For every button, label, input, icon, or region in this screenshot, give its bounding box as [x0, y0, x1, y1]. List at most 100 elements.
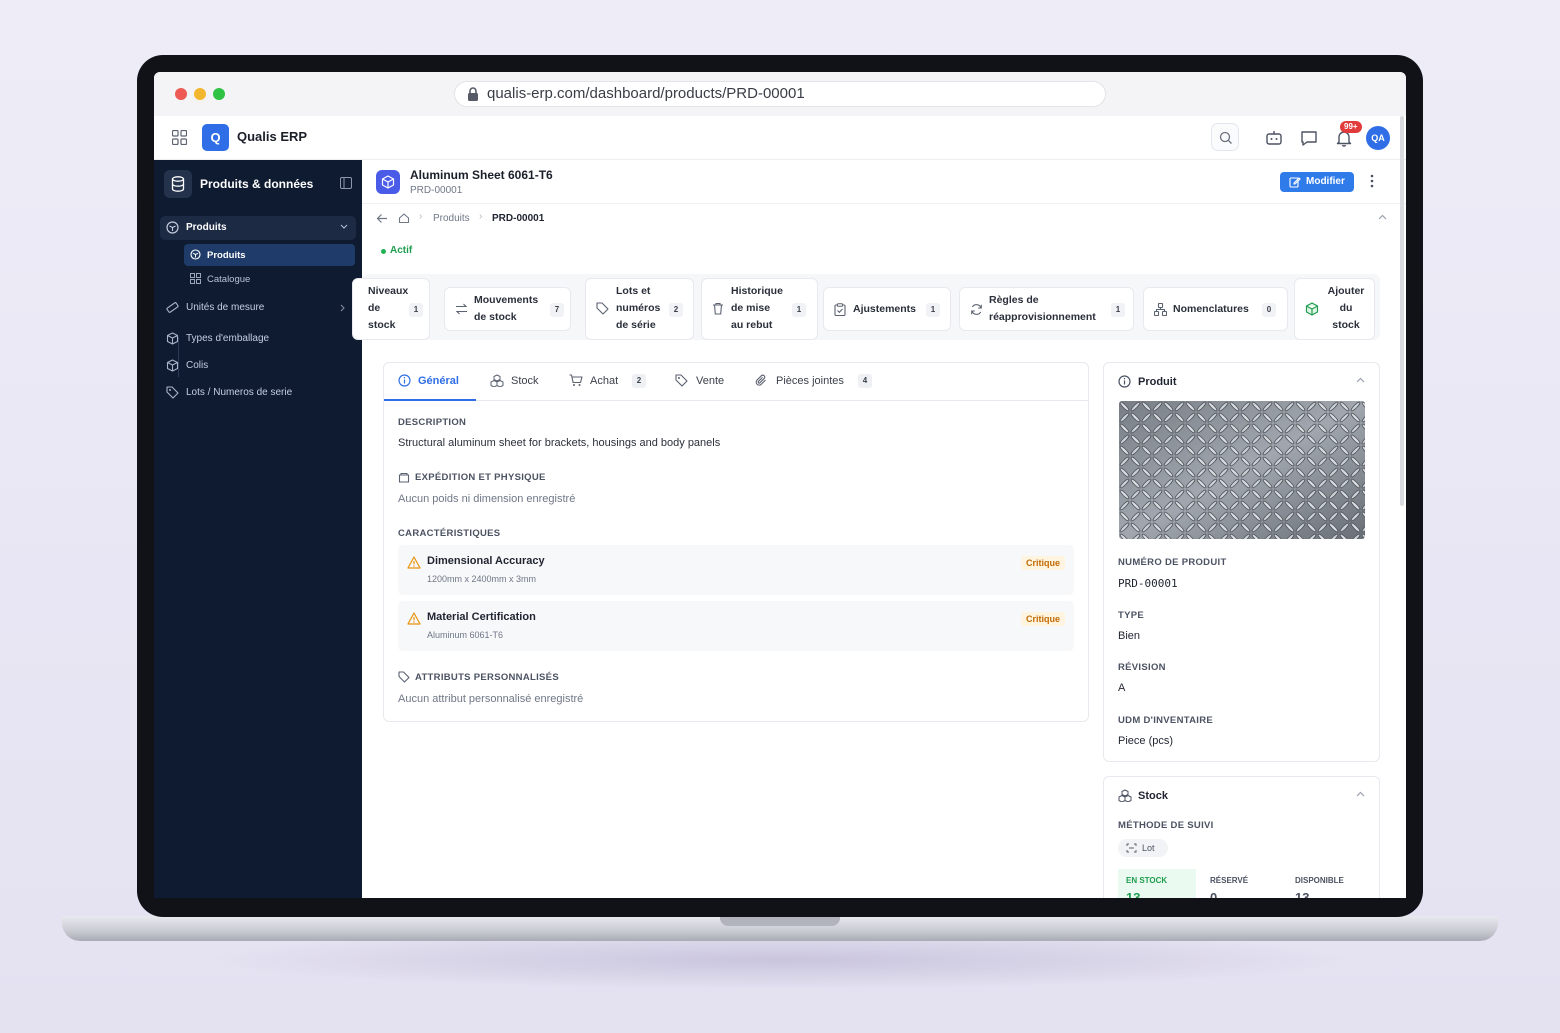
- custom-attributes-label: ATTRIBUTS PERSONNALISÉS: [415, 672, 559, 683]
- product-number-label: NUMÉRO DE PRODUIT: [1118, 557, 1227, 568]
- stat-card-mouvements[interactable]: Mouvements de stock 7: [444, 287, 571, 331]
- tab-count: 2: [632, 374, 646, 388]
- tab-label: Achat: [590, 375, 619, 387]
- tab-label: Général: [418, 375, 459, 387]
- stat-card-lots[interactable]: Lots et numéros de série 2: [585, 278, 694, 340]
- breadcrumb-parent[interactable]: Produits: [433, 213, 470, 224]
- database-icon: [164, 170, 192, 198]
- product-panel-title: Produit: [1138, 376, 1177, 388]
- tracking-method-pill: Lot: [1118, 839, 1168, 857]
- add-stock-button[interactable]: Ajouter du stock: [1294, 278, 1375, 340]
- custom-attributes-text: Aucun attribut personnalisé enregistré: [398, 693, 584, 705]
- browser-bar: qualis-erp.com/dashboard/products/PRD-00…: [154, 72, 1406, 116]
- home-icon[interactable]: [398, 212, 410, 224]
- revision-value: A: [1118, 682, 1126, 694]
- cube-icon: [190, 249, 201, 260]
- available-stat: DISPONIBLE 13: [1287, 869, 1365, 898]
- stat-card-niveaux[interactable]: Niveaux de stock 1: [352, 278, 430, 340]
- stat-label: de: [368, 302, 381, 314]
- sidebar-subitem-catalogue[interactable]: Catalogue: [184, 268, 355, 290]
- breadcrumb-separator: ›: [479, 211, 483, 222]
- stat-label: stock: [368, 319, 396, 331]
- sidebar: Produits & données Produits Produits Cat…: [154, 160, 362, 898]
- page-scrollbar[interactable]: [1400, 116, 1404, 506]
- chevron-up-icon[interactable]: [1356, 791, 1365, 797]
- critical-badge: Critique: [1020, 612, 1065, 626]
- edit-button[interactable]: Modifier: [1280, 172, 1354, 192]
- box-icon: [166, 359, 179, 372]
- product-image: [1119, 401, 1365, 539]
- more-options-icon[interactable]: [1370, 174, 1374, 188]
- description-text: Structural aluminum sheet for brackets, …: [398, 437, 721, 449]
- in-stock-value: 13: [1126, 890, 1141, 898]
- breadcrumb-current: PRD-00001: [492, 213, 545, 224]
- sidebar-title: Produits & données: [200, 177, 314, 191]
- product-header: Aluminum Sheet 6061-T6 PRD-00001 Modifie…: [362, 160, 1406, 204]
- stat-label: de série: [616, 319, 656, 331]
- minimize-window-button[interactable]: [194, 88, 206, 100]
- available-label: DISPONIBLE: [1295, 876, 1344, 885]
- maximize-window-button[interactable]: [213, 88, 225, 100]
- sidebar-item-unites[interactable]: Unités de mesure: [160, 296, 356, 320]
- chevron-up-icon[interactable]: [1378, 214, 1387, 220]
- address-bar[interactable]: qualis-erp.com/dashboard/products/PRD-00…: [454, 81, 1106, 107]
- tab-bar: Général Stock Achat 2 Vente Pièces joint…: [384, 363, 1088, 401]
- app-logo[interactable]: Q: [202, 124, 229, 151]
- trash-icon: [713, 302, 723, 315]
- stat-card-nomenclatures[interactable]: Nomenclatures 0: [1143, 287, 1288, 331]
- boxes-icon: [1118, 789, 1132, 802]
- chat-icon[interactable]: [1299, 128, 1319, 148]
- sidebar-item-lots[interactable]: Lots / Numeros de serie: [160, 381, 356, 405]
- apps-grid-icon[interactable]: [172, 130, 187, 145]
- sidebar-item-label: Types d'emballage: [186, 333, 270, 344]
- stat-card-ajustements[interactable]: Ajustements 1: [823, 287, 951, 331]
- sidebar-item-label: Unités de mesure: [186, 302, 265, 313]
- sidebar-item-produits[interactable]: Produits: [160, 216, 356, 240]
- chevron-right-icon: [340, 304, 345, 312]
- status-badge: Actif: [381, 245, 413, 256]
- status-label: Actif: [390, 245, 413, 256]
- revision-label: RÉVISION: [1118, 662, 1166, 673]
- close-window-button[interactable]: [175, 88, 187, 100]
- robot-icon[interactable]: [1264, 128, 1284, 148]
- scan-icon: [1126, 843, 1137, 853]
- type-label: TYPE: [1118, 610, 1145, 621]
- characteristics-label: CARACTÉRISTIQUES: [398, 528, 501, 539]
- stat-count: 7: [550, 303, 564, 317]
- collapse-sidebar-icon[interactable]: [340, 177, 352, 189]
- type-value: Bien: [1118, 630, 1141, 642]
- clipboard-icon: [834, 303, 846, 316]
- stat-label: du: [1339, 302, 1353, 314]
- stat-label: de mise: [731, 302, 771, 314]
- tag-icon: [398, 671, 410, 683]
- arrows-swap-icon: [455, 303, 468, 315]
- search-button[interactable]: [1211, 123, 1239, 151]
- available-value: 13: [1295, 890, 1310, 898]
- refresh-icon: [971, 304, 982, 315]
- breadcrumb-separator: ›: [419, 211, 423, 222]
- tab-count: 4: [858, 374, 872, 388]
- stat-card-regles[interactable]: Règles de réapprovisionnement 1: [959, 287, 1134, 331]
- stat-label: de stock: [474, 311, 517, 323]
- stat-label: réapprovisionnement: [989, 311, 1096, 323]
- chevron-up-icon[interactable]: [1356, 377, 1365, 383]
- back-arrow-icon[interactable]: [376, 213, 388, 224]
- box-plus-icon: [1305, 302, 1319, 316]
- sidebar-subitem-label: Catalogue: [207, 274, 251, 285]
- sidebar-item-label: Produits: [186, 222, 227, 233]
- stat-card-rebut[interactable]: Historique de mise au rebut 1: [701, 278, 818, 340]
- characteristic-value: 1200mm x 2400mm x 3mm: [427, 574, 537, 584]
- description-label: DESCRIPTION: [398, 417, 467, 428]
- warning-icon: [407, 612, 421, 625]
- user-avatar[interactable]: QA: [1366, 126, 1390, 150]
- app-name: Qualis ERP: [237, 129, 308, 144]
- sidebar-item-colis[interactable]: Colis: [160, 354, 356, 378]
- package-icon: [398, 472, 410, 483]
- screen: qualis-erp.com/dashboard/products/PRD-00…: [154, 72, 1406, 898]
- product-cube-icon: [376, 170, 400, 194]
- characteristic-value: Aluminum 6061-T6: [427, 630, 504, 640]
- notification-badge: 99+: [1340, 121, 1362, 133]
- sidebar-subitem-produits[interactable]: Produits: [184, 244, 355, 266]
- tab-label: Vente: [696, 375, 725, 387]
- sidebar-item-emballage[interactable]: Types d'emballage: [160, 327, 356, 351]
